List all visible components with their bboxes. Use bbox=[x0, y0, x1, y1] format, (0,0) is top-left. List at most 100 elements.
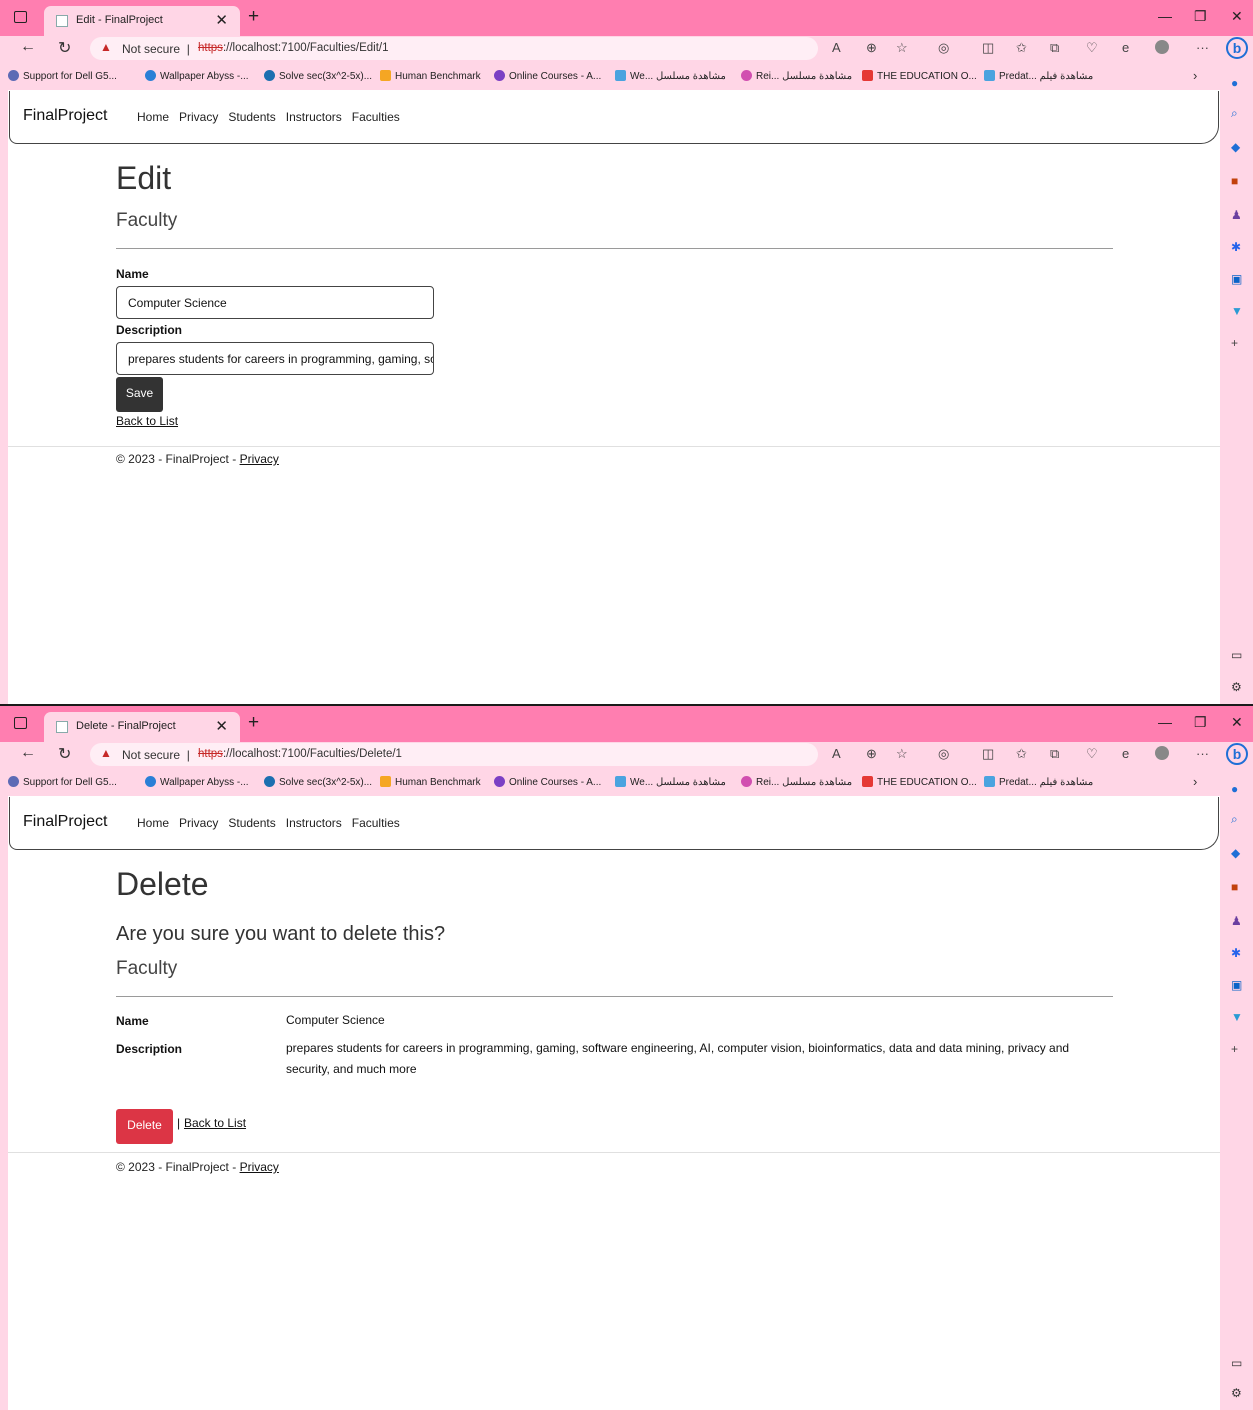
bookmark-item[interactable]: THE EDUCATION O... bbox=[862, 70, 977, 82]
briefcase-icon[interactable]: ■ bbox=[1231, 880, 1238, 894]
bookmark-item[interactable]: Online Courses - A... bbox=[494, 70, 601, 82]
tag-icon[interactable]: ◆ bbox=[1231, 140, 1240, 154]
add-icon[interactable]: + bbox=[1231, 336, 1238, 350]
favorite-star-icon[interactable]: ☆ bbox=[896, 746, 908, 762]
health-icon[interactable]: ♡ bbox=[1086, 746, 1098, 762]
read-aloud-icon[interactable]: A bbox=[832, 746, 841, 761]
back-icon[interactable]: ← bbox=[20, 744, 36, 762]
tab-delete[interactable]: Delete - FinalProject ✕ bbox=[44, 712, 240, 742]
health-icon[interactable]: ♡ bbox=[1086, 40, 1098, 56]
close-window-icon[interactable]: ✕ bbox=[1231, 8, 1243, 25]
chevron-right-icon[interactable]: › bbox=[1193, 774, 1197, 789]
bookmark-item[interactable]: THE EDUCATION O... bbox=[862, 776, 977, 788]
brand-link[interactable]: FinalProject bbox=[23, 107, 107, 125]
save-button[interactable]: Save bbox=[116, 377, 163, 412]
nav-home[interactable]: Home bbox=[137, 110, 169, 124]
nav-privacy[interactable]: Privacy bbox=[179, 816, 218, 830]
sidebar-panel-icon[interactable]: ▭ bbox=[1231, 1356, 1242, 1370]
bookmark-item[interactable]: Human Benchmark bbox=[380, 776, 481, 788]
bell-icon[interactable]: ● bbox=[1231, 76, 1238, 90]
favorites-icon[interactable]: ✩ bbox=[1016, 746, 1027, 762]
bookmark-item[interactable]: We... مشاهدة مسلسل bbox=[615, 776, 726, 788]
add-icon[interactable]: + bbox=[1231, 1042, 1238, 1056]
bell-icon[interactable]: ● bbox=[1231, 782, 1238, 796]
window-menu-icon[interactable] bbox=[14, 717, 27, 729]
settings-icon[interactable]: ⚙ bbox=[1231, 680, 1242, 694]
copilot-icon[interactable]: b bbox=[1226, 743, 1248, 765]
favorite-star-icon[interactable]: ☆ bbox=[896, 40, 908, 56]
refresh-icon[interactable]: ↻ bbox=[58, 744, 71, 764]
minimize-icon[interactable]: — bbox=[1158, 8, 1172, 24]
chevron-right-icon[interactable]: › bbox=[1193, 68, 1197, 83]
ie-mode-icon[interactable]: e bbox=[1122, 746, 1129, 761]
settings-icon[interactable]: ⚙ bbox=[1231, 1386, 1242, 1400]
tab-edit[interactable]: Edit - FinalProject ✕ bbox=[44, 6, 240, 36]
bookmark-item[interactable]: Predat... مشاهدة فيلم bbox=[984, 776, 1093, 788]
bookmark-item[interactable]: Solve sec(3x^2-5x)... bbox=[264, 776, 372, 788]
nav-students[interactable]: Students bbox=[228, 110, 275, 124]
collections-icon[interactable]: ⧉ bbox=[1050, 40, 1059, 56]
refresh-icon[interactable]: ↻ bbox=[58, 38, 71, 58]
office-icon[interactable]: ✱ bbox=[1231, 946, 1241, 960]
drop-icon[interactable]: ▼ bbox=[1231, 1010, 1243, 1024]
search-icon[interactable]: ⌕ bbox=[1231, 812, 1238, 827]
copilot-icon[interactable]: b bbox=[1226, 37, 1248, 59]
zoom-icon[interactable]: ⊕ bbox=[866, 746, 877, 762]
nav-faculties[interactable]: Faculties bbox=[352, 816, 400, 830]
read-aloud-icon[interactable]: A bbox=[832, 40, 841, 55]
office-icon[interactable]: ✱ bbox=[1231, 240, 1241, 254]
bookmark-item[interactable]: Support for Dell G5... bbox=[8, 70, 117, 82]
extensions-icon[interactable]: ◎ bbox=[938, 746, 949, 762]
profile-avatar[interactable] bbox=[1155, 40, 1169, 54]
description-input[interactable]: prepares students for careers in program… bbox=[116, 342, 434, 375]
close-tab-icon[interactable]: ✕ bbox=[215, 717, 228, 735]
address-bar[interactable]: ▲ Not secure | https://localhost:7100/Fa… bbox=[90, 37, 818, 60]
outlook-icon[interactable]: ▣ bbox=[1231, 978, 1242, 992]
bookmark-item[interactable]: Predat... مشاهدة فيلم bbox=[984, 70, 1093, 82]
address-bar[interactable]: ▲ Not secure | https://localhost:7100/Fa… bbox=[90, 743, 818, 766]
extensions-icon[interactable]: ◎ bbox=[938, 40, 949, 56]
window-menu-icon[interactable] bbox=[14, 11, 27, 23]
bookmark-item[interactable]: We... مشاهدة مسلسل bbox=[615, 70, 726, 82]
nav-faculties[interactable]: Faculties bbox=[352, 110, 400, 124]
minimize-icon[interactable]: — bbox=[1158, 714, 1172, 730]
nav-students[interactable]: Students bbox=[228, 816, 275, 830]
bookmark-item[interactable]: Human Benchmark bbox=[380, 70, 481, 82]
zoom-icon[interactable]: ⊕ bbox=[866, 40, 877, 56]
restore-icon[interactable]: ❐ bbox=[1194, 714, 1207, 731]
collections-icon[interactable]: ⧉ bbox=[1050, 746, 1059, 762]
ie-mode-icon[interactable]: e bbox=[1122, 40, 1129, 55]
games-icon[interactable]: ♟ bbox=[1231, 208, 1242, 222]
split-screen-icon[interactable]: ◫ bbox=[982, 40, 994, 56]
more-icon[interactable]: ··· bbox=[1196, 746, 1209, 761]
restore-icon[interactable]: ❐ bbox=[1194, 8, 1207, 25]
bookmark-item[interactable]: Rei... مشاهدة مسلسل bbox=[741, 776, 852, 788]
sidebar-panel-icon[interactable]: ▭ bbox=[1231, 648, 1242, 662]
bookmark-item[interactable]: Wallpaper Abyss -... bbox=[145, 776, 249, 788]
profile-avatar[interactable] bbox=[1155, 746, 1169, 760]
close-window-icon[interactable]: ✕ bbox=[1231, 714, 1243, 731]
nav-home[interactable]: Home bbox=[137, 816, 169, 830]
name-input[interactable]: Computer Science bbox=[116, 286, 434, 319]
nav-instructors[interactable]: Instructors bbox=[286, 110, 342, 124]
bookmark-item[interactable]: Solve sec(3x^2-5x)... bbox=[264, 70, 372, 82]
favorites-icon[interactable]: ✩ bbox=[1016, 40, 1027, 56]
bookmark-item[interactable]: Support for Dell G5... bbox=[8, 776, 117, 788]
nav-instructors[interactable]: Instructors bbox=[286, 816, 342, 830]
delete-button[interactable]: Delete bbox=[116, 1109, 173, 1144]
outlook-icon[interactable]: ▣ bbox=[1231, 272, 1242, 286]
footer-privacy-link[interactable]: Privacy bbox=[240, 1160, 279, 1174]
back-icon[interactable]: ← bbox=[20, 38, 36, 56]
more-icon[interactable]: ··· bbox=[1196, 40, 1209, 55]
brand-link[interactable]: FinalProject bbox=[23, 813, 107, 831]
tag-icon[interactable]: ◆ bbox=[1231, 846, 1240, 860]
close-tab-icon[interactable]: ✕ bbox=[215, 11, 228, 29]
new-tab-icon[interactable]: + bbox=[248, 712, 259, 734]
footer-privacy-link[interactable]: Privacy bbox=[240, 452, 279, 466]
nav-privacy[interactable]: Privacy bbox=[179, 110, 218, 124]
games-icon[interactable]: ♟ bbox=[1231, 914, 1242, 928]
back-to-list-link[interactable]: Back to List bbox=[184, 1116, 246, 1130]
drop-icon[interactable]: ▼ bbox=[1231, 304, 1243, 318]
search-icon[interactable]: ⌕ bbox=[1231, 106, 1238, 121]
briefcase-icon[interactable]: ■ bbox=[1231, 174, 1238, 188]
